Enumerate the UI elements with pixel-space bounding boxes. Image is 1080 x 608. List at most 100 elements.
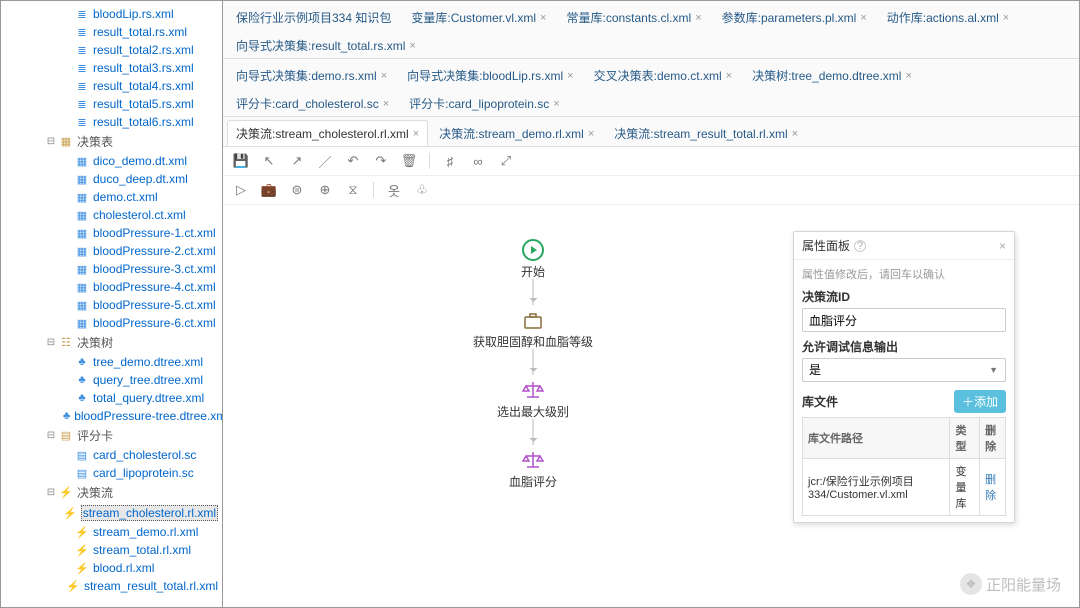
tree-item[interactable]: ♣total_query.dtree.xml: [1, 389, 222, 407]
collapse-icon[interactable]: ⊟: [45, 136, 57, 148]
add-library-button[interactable]: ＋添加: [954, 390, 1006, 413]
case-icon[interactable]: 💼: [261, 182, 277, 198]
merge-icon[interactable]: ⊕: [317, 182, 333, 198]
close-icon[interactable]: ×: [726, 70, 732, 82]
tree-item[interactable]: ≣bloodLip.rs.xml: [1, 5, 222, 23]
close-icon[interactable]: ×: [792, 128, 798, 140]
close-icon[interactable]: ×: [1003, 12, 1009, 24]
tree-item[interactable]: ▤card_lipoprotein.sc: [1, 464, 222, 482]
tree-folder-decisiontree[interactable]: ⊟☷决策树: [1, 332, 222, 353]
tab[interactable]: 变量库:Customer.vl.xml×: [402, 4, 555, 30]
tree-item[interactable]: ⚡stream_demo.rl.xml: [1, 523, 222, 541]
close-icon[interactable]: ×: [905, 70, 911, 82]
info-icon[interactable]: ?: [854, 240, 866, 252]
tree-item[interactable]: ▤card_cholesterol.sc: [1, 446, 222, 464]
play-icon[interactable]: ▷: [233, 182, 249, 198]
tree-icon[interactable]: ♧: [414, 182, 430, 198]
tree-item[interactable]: ▦demo.ct.xml: [1, 188, 222, 206]
file-icon: ▤: [75, 466, 89, 480]
tree-item[interactable]: ≣result_total3.rs.xml: [1, 59, 222, 77]
tree-item[interactable]: ▦bloodPressure-5.ct.xml: [1, 296, 222, 314]
close-icon[interactable]: ×: [567, 70, 573, 82]
flow-node-score[interactable]: 血脂评分: [509, 447, 557, 490]
tab[interactable]: 决策流:stream_demo.rl.xml×: [430, 120, 603, 146]
close-icon[interactable]: ×: [413, 128, 419, 140]
line-icon[interactable]: ／: [317, 153, 333, 169]
group-icon[interactable]: 옷: [386, 182, 402, 198]
close-icon[interactable]: ×: [383, 98, 389, 110]
file-tree-sidebar[interactable]: ≣bloodLip.rs.xml ≣result_total.rs.xml ≣r…: [1, 1, 223, 607]
redo-icon[interactable]: ↷: [373, 153, 389, 169]
tab[interactable]: 常量库:constants.cl.xml×: [557, 4, 710, 30]
tree-folder-ruleflow[interactable]: ⊟⚡决策流: [1, 482, 222, 503]
tree-item[interactable]: ⚡stream_total.rl.xml: [1, 541, 222, 559]
arrow-icon[interactable]: ↗: [289, 153, 305, 169]
flow-icon: ⚡: [66, 579, 80, 593]
tab[interactable]: 动作库:actions.al.xml×: [878, 4, 1018, 30]
tree-item[interactable]: ≣result_total5.rs.xml: [1, 95, 222, 113]
close-icon[interactable]: ×: [553, 98, 559, 110]
file-icon: ▦: [75, 190, 89, 204]
close-icon[interactable]: ×: [540, 12, 546, 24]
tree-item[interactable]: ▦dico_demo.dt.xml: [1, 152, 222, 170]
collapse-icon[interactable]: ⊟: [45, 337, 57, 349]
tree-item[interactable]: ≣result_total2.rs.xml: [1, 41, 222, 59]
expand-icon[interactable]: ⤢: [498, 153, 514, 169]
tab-active[interactable]: 决策流:stream_cholesterol.rl.xml×: [227, 120, 428, 146]
tab[interactable]: 评分卡:card_lipoprotein.sc×: [400, 90, 569, 116]
tab[interactable]: 保险行业示例项目334 知识包: [227, 4, 400, 30]
tree-item[interactable]: ≣result_total.rs.xml: [1, 23, 222, 41]
tab[interactable]: 参数库:parameters.pl.xml×: [713, 4, 876, 30]
tab[interactable]: 评分卡:card_cholesterol.sc×: [227, 90, 398, 116]
snap-icon[interactable]: ♯: [442, 153, 458, 169]
link-icon[interactable]: ∞: [470, 153, 486, 169]
tab[interactable]: 向导式决策集:demo.rs.xml×: [227, 62, 396, 88]
tree-folder-decisiontable[interactable]: ⊟▦决策表: [1, 131, 222, 152]
flow-node-decision[interactable]: 选出最大级别: [497, 377, 569, 420]
undo-icon[interactable]: ↶: [345, 153, 361, 169]
collapse-icon[interactable]: ⊟: [45, 487, 57, 499]
tree-folder-scorecard[interactable]: ⊟▤评分卡: [1, 425, 222, 446]
tree-item[interactable]: ≣result_total4.rs.xml: [1, 77, 222, 95]
close-icon[interactable]: ×: [588, 128, 594, 140]
tab[interactable]: 向导式决策集:result_total.rs.xml×: [227, 32, 425, 58]
tree-item[interactable]: ▦bloodPressure-6.ct.xml: [1, 314, 222, 332]
close-icon[interactable]: ×: [409, 40, 415, 52]
tab[interactable]: 向导式决策集:bloodLip.rs.xml×: [398, 62, 582, 88]
tree-item[interactable]: ▦bloodPressure-3.ct.xml: [1, 260, 222, 278]
debug-select[interactable]: 是: [802, 358, 1006, 382]
tree-item[interactable]: ♣tree_demo.dtree.xml: [1, 353, 222, 371]
delete-icon[interactable]: 🗑: [401, 153, 417, 169]
tree-item[interactable]: ≣result_total6.rs.xml: [1, 113, 222, 131]
close-icon[interactable]: ×: [999, 239, 1006, 253]
tree-item[interactable]: ♣query_tree.dtree.xml: [1, 371, 222, 389]
flow-canvas[interactable]: 开始 获取胆固醇和血脂等级 选出最大级别 血脂评分 属性面板 ? × 属性值修改…: [223, 205, 1079, 607]
tree-item[interactable]: ▦duco_deep.dt.xml: [1, 170, 222, 188]
flow-node-task[interactable]: 获取胆固醇和血脂等级: [473, 307, 593, 350]
close-icon[interactable]: ×: [860, 12, 866, 24]
tab[interactable]: 决策流:stream_result_total.rl.xml×: [605, 120, 807, 146]
save-icon[interactable]: 💾: [233, 153, 249, 169]
delete-link[interactable]: 删除: [980, 459, 1006, 516]
property-panel[interactable]: 属性面板 ? × 属性值修改后，请回车以确认 决策流ID 允许调试信息输出 是 …: [793, 231, 1015, 523]
tree-item[interactable]: ▦bloodPressure-1.ct.xml: [1, 224, 222, 242]
flow-node-start[interactable]: 开始: [520, 237, 546, 280]
flow-id-input[interactable]: [802, 308, 1006, 332]
tab[interactable]: 决策树:tree_demo.dtree.xml×: [743, 62, 921, 88]
flow-icon: ⚡: [75, 561, 89, 575]
split-icon[interactable]: ⊜: [289, 182, 305, 198]
cursor-icon[interactable]: ↖: [261, 153, 277, 169]
close-icon[interactable]: ×: [695, 12, 701, 24]
tree-item[interactable]: ▦cholesterol.ct.xml: [1, 206, 222, 224]
tree-item[interactable]: ▦bloodPressure-2.ct.xml: [1, 242, 222, 260]
close-icon[interactable]: ×: [381, 70, 387, 82]
tree-item[interactable]: ⚡blood.rl.xml: [1, 559, 222, 577]
tree-item[interactable]: ▦bloodPressure-4.ct.xml: [1, 278, 222, 296]
hourglass-icon[interactable]: ⧖: [345, 182, 361, 198]
flow-icon: ⚡: [75, 543, 89, 557]
tree-item[interactable]: ♣bloodPressure-tree.dtree.xml: [1, 407, 222, 425]
tree-item-selected[interactable]: ⚡stream_cholesterol.rl.xml: [1, 503, 222, 523]
tree-item[interactable]: ⚡stream_result_total.rl.xml: [1, 577, 222, 595]
tab[interactable]: 交叉决策表:demo.ct.xml×: [585, 62, 741, 88]
collapse-icon[interactable]: ⊟: [45, 430, 57, 442]
